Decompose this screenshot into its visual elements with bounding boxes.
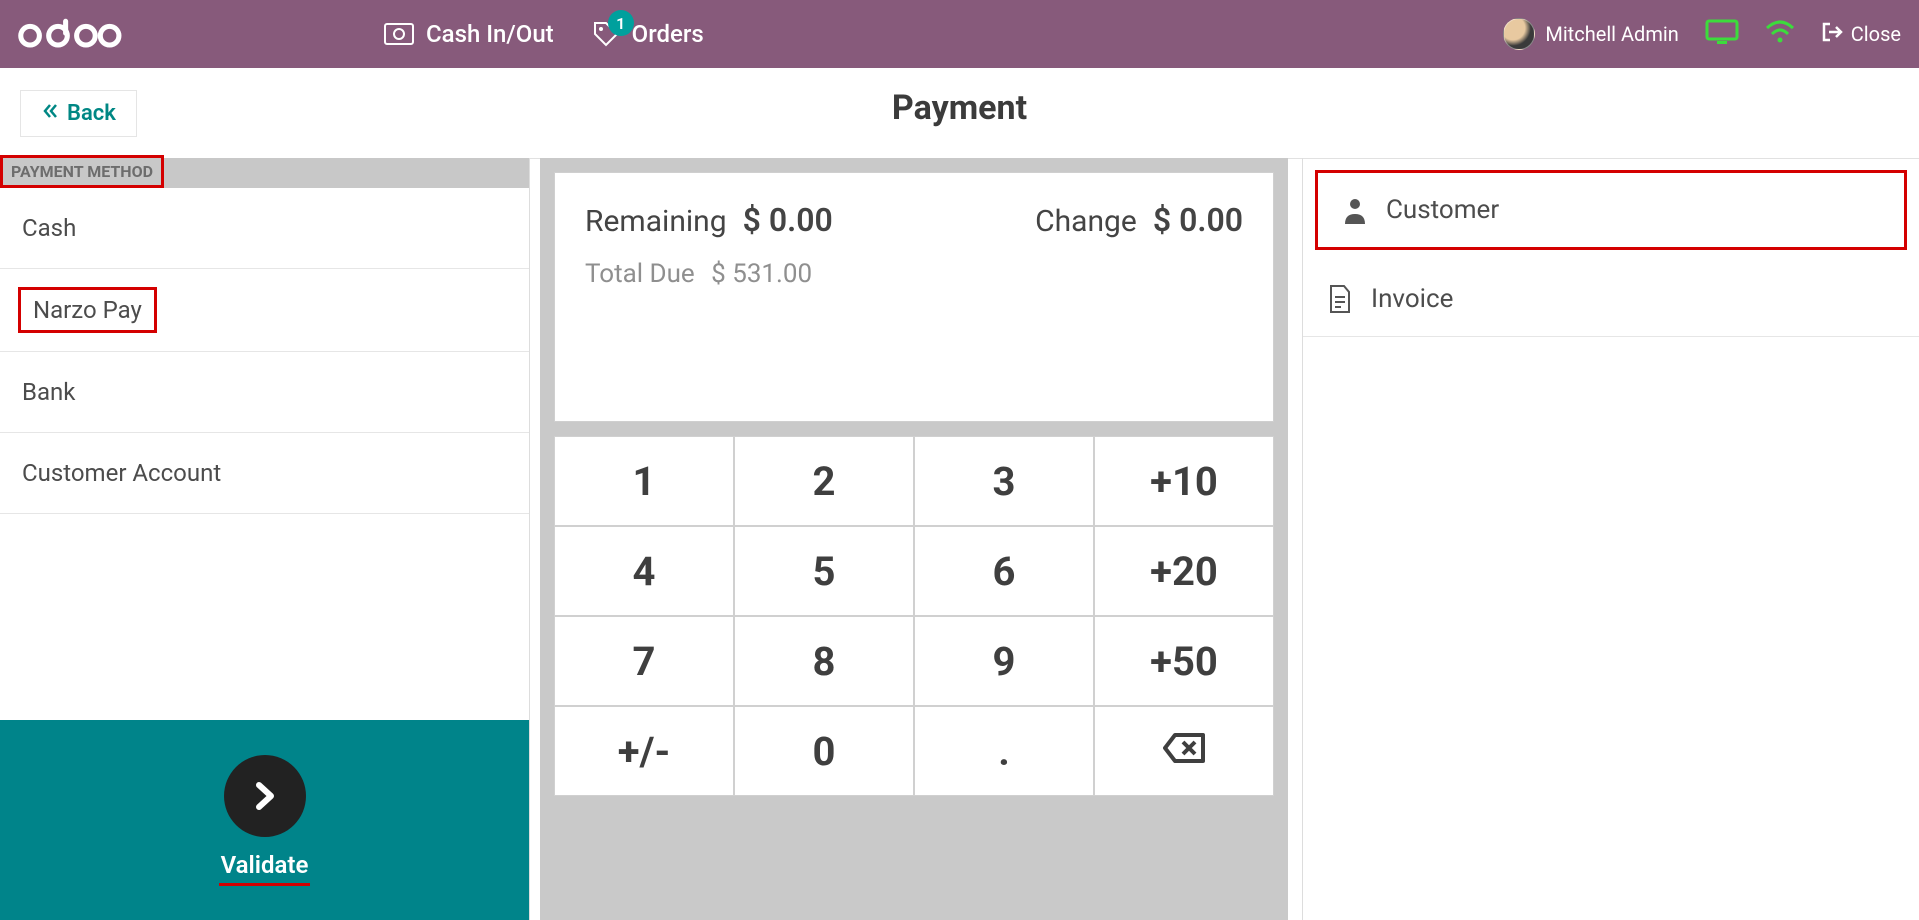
monitor-icon[interactable] bbox=[1705, 19, 1739, 49]
validate-button[interactable]: Validate bbox=[0, 720, 529, 920]
keypad-1[interactable]: 1 bbox=[554, 436, 734, 526]
amount-card: Remaining $ 0.00 Change $ 0.00 Total Due… bbox=[554, 172, 1274, 422]
keypad-9[interactable]: 9 bbox=[914, 616, 1094, 706]
cash-in-out-label: Cash In/Out bbox=[426, 20, 554, 48]
keypad-plus-20[interactable]: +20 bbox=[1094, 526, 1274, 616]
keypad-plus-10[interactable]: +10 bbox=[1094, 436, 1274, 526]
keypad-dot[interactable]: . bbox=[914, 706, 1094, 796]
backspace-icon bbox=[1161, 728, 1207, 775]
orders-button[interactable]: 1 Orders bbox=[592, 20, 704, 48]
odoo-logo-icon bbox=[14, 14, 124, 54]
sign-out-icon bbox=[1821, 21, 1843, 48]
center-column: Remaining $ 0.00 Change $ 0.00 Total Due… bbox=[540, 158, 1288, 920]
wifi-icon[interactable] bbox=[1765, 20, 1795, 48]
keypad-7[interactable]: 7 bbox=[554, 616, 734, 706]
remaining-value: $ 0.00 bbox=[743, 201, 833, 239]
user-chip[interactable]: Mitchell Admin bbox=[1503, 18, 1678, 50]
logo[interactable] bbox=[14, 0, 124, 68]
keypad-6[interactable]: 6 bbox=[914, 526, 1094, 616]
topbar: Cash In/Out 1 Orders Mitchell Admin Clos… bbox=[0, 0, 1919, 68]
banknote-icon bbox=[384, 23, 414, 45]
right-column: Customer Invoice bbox=[1302, 158, 1919, 920]
avatar bbox=[1503, 18, 1535, 50]
keypad-plus-minus[interactable]: +/- bbox=[554, 706, 734, 796]
orders-badge: 1 bbox=[608, 10, 634, 36]
content: PAYMENT METHOD Cash Narzo Pay Bank Custo… bbox=[0, 158, 1919, 920]
payment-method-label: Narzo Pay bbox=[33, 296, 142, 324]
change-label: Change bbox=[1035, 204, 1137, 239]
payment-method-label: Cash bbox=[22, 214, 76, 242]
total-due-value: $ 531.00 bbox=[711, 259, 812, 289]
payment-methods-column: PAYMENT METHOD Cash Narzo Pay Bank Custo… bbox=[0, 158, 530, 920]
top-right: Mitchell Admin Close bbox=[1503, 18, 1901, 50]
keypad: 1 2 3 +10 4 5 6 +20 7 8 9 +50 +/- 0 . bbox=[554, 436, 1274, 796]
change-value: $ 0.00 bbox=[1153, 201, 1243, 239]
invoice-label: Invoice bbox=[1371, 284, 1453, 314]
invoice-button[interactable]: Invoice bbox=[1303, 262, 1919, 337]
user-name: Mitchell Admin bbox=[1545, 22, 1678, 46]
keypad-5[interactable]: 5 bbox=[734, 526, 914, 616]
customer-button[interactable]: Customer bbox=[1315, 170, 1907, 250]
document-icon bbox=[1327, 284, 1353, 314]
keypad-2[interactable]: 2 bbox=[734, 436, 914, 526]
payment-method-narzo-highlight: Narzo Pay bbox=[18, 287, 157, 333]
validate-label: Validate bbox=[219, 851, 311, 886]
payment-method-narzo-pay[interactable]: Narzo Pay bbox=[33, 296, 142, 324]
keypad-0[interactable]: 0 bbox=[734, 706, 914, 796]
orders-label: Orders bbox=[632, 20, 704, 48]
keypad-3[interactable]: 3 bbox=[914, 436, 1094, 526]
close-button[interactable]: Close bbox=[1821, 21, 1901, 48]
keypad-backspace[interactable] bbox=[1094, 706, 1274, 796]
customer-label: Customer bbox=[1386, 195, 1499, 225]
user-icon bbox=[1342, 195, 1368, 225]
payment-method-header: PAYMENT METHOD bbox=[0, 155, 164, 188]
keypad-plus-50[interactable]: +50 bbox=[1094, 616, 1274, 706]
chevrons-left-icon bbox=[41, 101, 59, 126]
payment-method-cash[interactable]: Cash bbox=[0, 188, 529, 269]
payment-method-bank[interactable]: Bank bbox=[0, 352, 529, 433]
remaining-label: Remaining bbox=[585, 204, 727, 239]
cash-in-out-button[interactable]: Cash In/Out bbox=[384, 20, 554, 48]
keypad-8[interactable]: 8 bbox=[734, 616, 914, 706]
close-label: Close bbox=[1851, 22, 1901, 46]
back-button[interactable]: Back bbox=[20, 90, 137, 137]
chevron-right-circle-icon bbox=[224, 755, 306, 837]
top-left-buttons: Cash In/Out 1 Orders bbox=[384, 20, 704, 48]
payment-method-customer-account[interactable]: Customer Account bbox=[0, 433, 529, 514]
payment-method-label: Customer Account bbox=[22, 459, 221, 487]
payment-method-label: Bank bbox=[22, 378, 75, 406]
page-title: Payment bbox=[892, 88, 1027, 128]
keypad-4[interactable]: 4 bbox=[554, 526, 734, 616]
back-label: Back bbox=[67, 101, 116, 126]
tag-icon: 1 bbox=[592, 20, 620, 48]
total-due-label: Total Due bbox=[585, 259, 695, 289]
